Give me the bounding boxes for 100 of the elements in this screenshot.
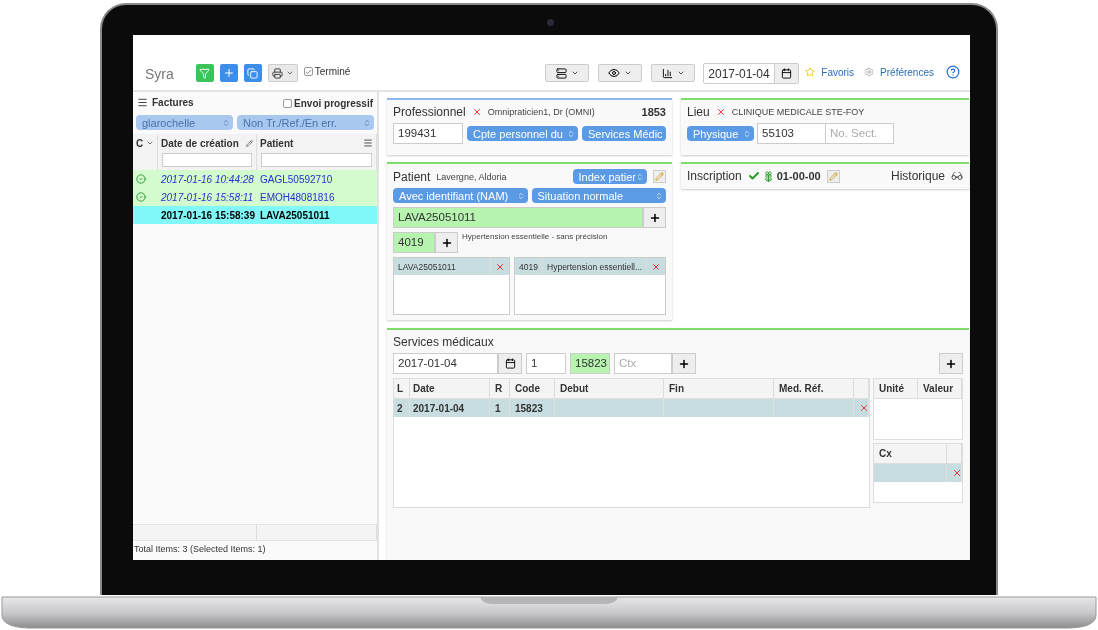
printer-icon bbox=[271, 67, 283, 79]
column-header[interactable]: Cx bbox=[874, 444, 947, 464]
list-item[interactable]: 4019 Hypertension essentiell... bbox=[515, 258, 665, 275]
pencil-icon bbox=[828, 171, 838, 181]
column-header[interactable]: Code bbox=[510, 379, 555, 399]
done-checkbox[interactable]: Terminé bbox=[303, 66, 351, 77]
pencil-icon bbox=[655, 172, 664, 181]
diagnosis-label: Hypertension essentielle - sans précision bbox=[462, 232, 608, 241]
add-button[interactable] bbox=[435, 232, 458, 253]
total-items: Total Items: 3 (Selected Items: 1) bbox=[133, 543, 267, 556]
role-field[interactable]: 1 bbox=[526, 353, 566, 374]
select-arrows-icon bbox=[636, 172, 644, 181]
registration-code: 01-00-00 bbox=[776, 170, 821, 182]
calendar-icon bbox=[504, 358, 516, 369]
card-title: Lieu bbox=[687, 105, 710, 119]
view-dropdown[interactable] bbox=[598, 64, 643, 82]
table-cell: LAVA25051011 bbox=[257, 206, 377, 224]
table-cell: GAGL50592710 bbox=[257, 170, 377, 188]
remove-icon bbox=[952, 468, 962, 478]
service-date-field[interactable]: 2017-01-04 bbox=[393, 353, 498, 374]
pencil-icon bbox=[246, 139, 253, 147]
plus-icon bbox=[440, 236, 453, 249]
location-name: CLINIQUE MEDICALE STE-FOY bbox=[731, 107, 865, 117]
table-cell: 2017-01-04 bbox=[410, 399, 490, 417]
table-cell: 2017-01-16 15:58:39 bbox=[158, 206, 257, 224]
flower-icon bbox=[762, 170, 774, 182]
column-header[interactable]: L bbox=[394, 379, 410, 399]
glasses-icon bbox=[951, 170, 963, 182]
filter-icon bbox=[199, 67, 211, 79]
remove-icon bbox=[651, 261, 661, 272]
help-icon bbox=[946, 65, 960, 79]
select-arrows-icon bbox=[516, 191, 525, 200]
card-title: Professionnel bbox=[393, 105, 466, 119]
caret-icon bbox=[146, 139, 154, 147]
column-header[interactable]: Fin bbox=[664, 379, 774, 399]
settings-icon bbox=[864, 67, 875, 77]
table-cell: 2017-01-16 15:58:11 bbox=[158, 188, 257, 206]
nam-field[interactable]: LAVA25051011 bbox=[393, 207, 643, 228]
caret-icon bbox=[285, 69, 294, 77]
remove-icon bbox=[495, 261, 506, 272]
professional-name: Omnipraticien1, Dr (OMNI) bbox=[487, 107, 596, 117]
plus-icon bbox=[648, 211, 661, 224]
patient-name: Lavergne, Aldoria bbox=[436, 171, 508, 182]
select-arrows-icon bbox=[222, 118, 230, 127]
remove-icon bbox=[859, 403, 869, 413]
card-title: Services médicaux bbox=[393, 335, 495, 349]
add-button[interactable] bbox=[672, 353, 696, 374]
calendar-button[interactable] bbox=[498, 353, 522, 374]
copy-button[interactable] bbox=[243, 64, 262, 82]
caret-icon bbox=[570, 69, 579, 77]
list-view-dropdown[interactable] bbox=[545, 64, 590, 82]
select-arrows-icon bbox=[567, 129, 575, 138]
card-title: Patient bbox=[393, 169, 431, 184]
chart-dropdown[interactable] bbox=[651, 64, 696, 82]
check-icon bbox=[304, 67, 312, 76]
print-button[interactable] bbox=[267, 64, 298, 82]
column-header[interactable]: Patient bbox=[257, 134, 377, 152]
copy-icon bbox=[247, 67, 259, 79]
professional-id-field[interactable]: 199431 bbox=[393, 123, 463, 144]
column-header[interactable]: C bbox=[133, 134, 158, 152]
star-icon bbox=[805, 67, 816, 77]
card-title: Inscription bbox=[687, 169, 742, 183]
remove-icon bbox=[715, 107, 726, 117]
plus-icon bbox=[222, 67, 235, 79]
list-item[interactable]: LAVA25051011 bbox=[394, 258, 510, 275]
column-header[interactable]: R bbox=[490, 379, 510, 399]
progressive-checkbox[interactable]: Envoi progressif bbox=[283, 98, 373, 109]
table-cell: 1 bbox=[490, 399, 510, 417]
favorites-link[interactable]: Favoris bbox=[821, 67, 855, 78]
column-header[interactable]: Unité bbox=[874, 379, 918, 399]
list-icon bbox=[555, 67, 567, 79]
history-label: Historique bbox=[890, 169, 945, 183]
filter-field[interactable] bbox=[261, 153, 372, 167]
column-header[interactable]: Valeur bbox=[918, 379, 962, 399]
camera-icon bbox=[547, 19, 554, 26]
column-header[interactable]: Med. Réf. bbox=[774, 379, 854, 399]
select-arrows-icon bbox=[655, 191, 663, 200]
bar-chart-icon bbox=[661, 67, 673, 79]
professional-number: 1853 bbox=[641, 106, 666, 118]
remove-icon bbox=[471, 107, 482, 117]
add-button[interactable] bbox=[643, 207, 666, 228]
filter-field[interactable] bbox=[162, 153, 252, 167]
table-cell: 2017-01-16 10:44:28 bbox=[158, 170, 257, 188]
check-icon bbox=[136, 174, 146, 184]
app-name: Syra bbox=[145, 66, 174, 82]
code-field[interactable]: 15823 bbox=[570, 353, 610, 374]
location-number-field[interactable]: 55103 bbox=[757, 123, 826, 144]
add-button[interactable] bbox=[939, 353, 963, 374]
column-header[interactable]: Date bbox=[410, 379, 490, 399]
preferences-link[interactable]: Préférences bbox=[880, 67, 934, 78]
menu-icon bbox=[363, 138, 373, 148]
caret-icon bbox=[624, 69, 633, 77]
column-header[interactable]: Date de création bbox=[158, 134, 257, 152]
table-cell: EMOH48081816 bbox=[257, 188, 377, 206]
select-arrows-icon bbox=[743, 129, 751, 138]
column-header[interactable]: Debut bbox=[555, 379, 664, 399]
table-cell: 15823 bbox=[510, 399, 555, 417]
caret-icon bbox=[676, 69, 685, 77]
diagnosis-code-field[interactable]: 4019 bbox=[393, 232, 435, 253]
eye-icon bbox=[608, 67, 621, 79]
